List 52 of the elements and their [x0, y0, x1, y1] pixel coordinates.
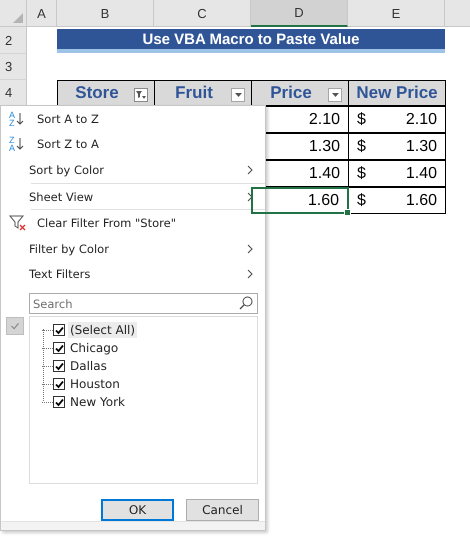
- list-item[interactable]: Chicago: [68, 340, 120, 356]
- row-header[interactable]: 3: [0, 54, 27, 80]
- checkbox[interactable]: [53, 342, 65, 354]
- check-icon: [6, 317, 24, 336]
- dropdown-arrow-icon: [332, 93, 338, 97]
- price-cell: 1.60: [251, 187, 349, 214]
- column-header[interactable]: D: [251, 0, 348, 27]
- cell-value: 1.30: [406, 138, 437, 156]
- menu-item[interactable]: Filter by Color: [1, 236, 265, 262]
- column-header[interactable]: B: [57, 0, 154, 27]
- checkbox[interactable]: [53, 396, 65, 408]
- column-heading: Store: [75, 83, 119, 103]
- triangle-icon: [13, 13, 23, 23]
- checkbox[interactable]: [53, 378, 65, 390]
- search-icon: [239, 296, 253, 310]
- dialog-button[interactable]: OK: [101, 499, 174, 522]
- currency-symbol: $: [357, 110, 366, 128]
- cell-value: 2.10: [406, 110, 437, 128]
- dropdown-arrow-icon: [234, 93, 242, 97]
- chevron-right-icon: [247, 164, 253, 175]
- currency-symbol: $: [357, 192, 366, 210]
- checkbox[interactable]: [53, 324, 65, 336]
- column-heading: Price: [270, 83, 312, 103]
- chevron-right-icon: [247, 244, 253, 254]
- filter-button[interactable]: [231, 88, 245, 102]
- checkbox[interactable]: [53, 360, 65, 372]
- menu-item[interactable]: Text Filters: [1, 262, 265, 288]
- column-header[interactable]: C: [154, 0, 251, 27]
- row-header[interactable]: 2: [0, 27, 27, 54]
- currency-symbol: $: [357, 138, 366, 156]
- fill-handle[interactable]: [344, 209, 351, 216]
- row-header[interactable]: 4: [0, 80, 27, 106]
- header-background: [445, 0, 470, 27]
- column-header[interactable]: E: [348, 0, 445, 27]
- filter-button[interactable]: [328, 88, 342, 102]
- column-header[interactable]: A: [27, 0, 57, 27]
- list-item[interactable]: Houston: [68, 376, 122, 392]
- search-field[interactable]: Search: [29, 293, 258, 314]
- filter-icon: [136, 90, 146, 100]
- list-item[interactable]: (Select All): [68, 322, 138, 338]
- chevron-right-icon: [247, 192, 253, 202]
- chevron-right-icon: [247, 269, 253, 280]
- column-heading: New Price: [356, 83, 438, 103]
- list-item[interactable]: New York: [68, 394, 127, 410]
- cell-value: 1.60: [406, 192, 437, 210]
- currency-symbol: $: [357, 164, 366, 182]
- cell-value: 1.40: [406, 164, 437, 182]
- column-heading: Fruit: [175, 83, 213, 103]
- title-banner: Use VBA Macro to Paste Value: [57, 29, 445, 53]
- list-item[interactable]: Dallas: [68, 358, 109, 374]
- filter-button[interactable]: [134, 88, 148, 102]
- dialog-button[interactable]: Cancel: [186, 499, 259, 522]
